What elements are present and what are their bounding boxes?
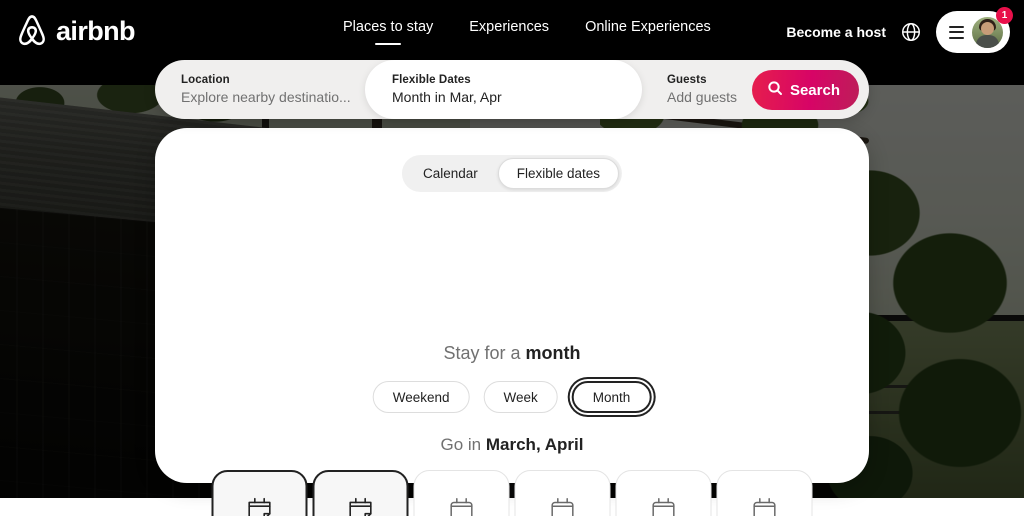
guests-value: Add guests: [667, 89, 738, 105]
become-a-host-link[interactable]: Become a host: [786, 24, 886, 40]
airbnb-bowtie-logo-icon: [15, 13, 49, 49]
month-options: March April: [211, 470, 813, 516]
duration-option-weekend[interactable]: Weekend: [372, 381, 470, 413]
calendar-icon: [346, 494, 376, 516]
tab-flexible-dates[interactable]: Flexible dates: [497, 158, 620, 189]
stay-heading-emphasis: month: [525, 343, 581, 363]
nav-item-places-to-stay[interactable]: Places to stay: [343, 19, 433, 45]
nav-item-experiences[interactable]: Experiences: [469, 19, 549, 45]
stay-duration-heading: Stay for a month: [155, 343, 869, 364]
user-menu-button[interactable]: 1: [936, 7, 1013, 53]
guests-label: Guests: [667, 74, 707, 86]
calendar-icon: [245, 494, 275, 516]
month-card-august[interactable]: August: [716, 470, 813, 516]
search-bar: Location Explore nearby destinatio... Fl…: [155, 60, 869, 119]
duration-option-month[interactable]: Month: [571, 381, 652, 413]
search-field-location[interactable]: Location Explore nearby destinatio...: [155, 60, 365, 119]
nav-item-online-experiences[interactable]: Online Experiences: [585, 19, 711, 45]
nav-label-experiences: Experiences: [469, 19, 550, 35]
airbnb-search-page: airbnb Places to stay Experiences Online…: [0, 0, 1024, 516]
location-value: Explore nearby destinatio...: [181, 89, 351, 105]
date-mode-tabs: Calendar Flexible dates: [401, 155, 623, 192]
go-heading-prefix: Go in: [440, 435, 482, 454]
search-field-dates[interactable]: Flexible Dates Month in Mar, Apr: [365, 60, 642, 119]
search-button-label: Search: [789, 81, 840, 99]
globe-icon[interactable]: [900, 21, 922, 43]
calendar-icon: [548, 494, 578, 516]
nav-label-places-to-stay: Places to stay: [343, 19, 434, 35]
header-actions: Become a host 1: [786, 7, 1013, 53]
calendar-icon: [447, 494, 477, 516]
hamburger-menu-icon[interactable]: [949, 25, 964, 39]
dates-label: Flexible Dates: [392, 74, 471, 86]
month-card-may[interactable]: May: [413, 470, 510, 516]
month-card-july[interactable]: July: [615, 470, 712, 516]
month-card-march[interactable]: March: [211, 470, 308, 516]
flexible-dates-panel: Calendar Flexible dates Stay for a month…: [155, 128, 869, 516]
search-icon: [767, 80, 783, 100]
calendar-icon: [750, 494, 780, 516]
stay-heading-prefix: Stay for a: [443, 343, 521, 363]
go-heading-emphasis: March, April: [485, 435, 584, 454]
calendar-icon: [649, 494, 679, 516]
duration-option-week[interactable]: Week: [483, 381, 558, 413]
go-in-heading: Go in March, April: [155, 435, 869, 455]
dates-value: Month in Mar, Apr: [392, 89, 502, 105]
brand-name: airbnb: [56, 15, 136, 46]
tab-calendar[interactable]: Calendar: [405, 158, 496, 189]
location-label: Location: [181, 74, 230, 86]
main-navigation: Places to stay Experiences Online Experi…: [343, 19, 711, 45]
nav-label-online-experiences: Online Experiences: [585, 19, 711, 35]
duration-options: Weekend Week Month: [372, 381, 652, 413]
search-field-guests[interactable]: Guests Add guests: [642, 60, 762, 119]
airbnb-logo[interactable]: airbnb: [15, 13, 136, 49]
month-card-june[interactable]: June: [514, 470, 611, 516]
search-button[interactable]: Search: [751, 70, 859, 110]
notification-badge: 1: [996, 7, 1013, 24]
month-card-april[interactable]: April: [312, 470, 409, 516]
